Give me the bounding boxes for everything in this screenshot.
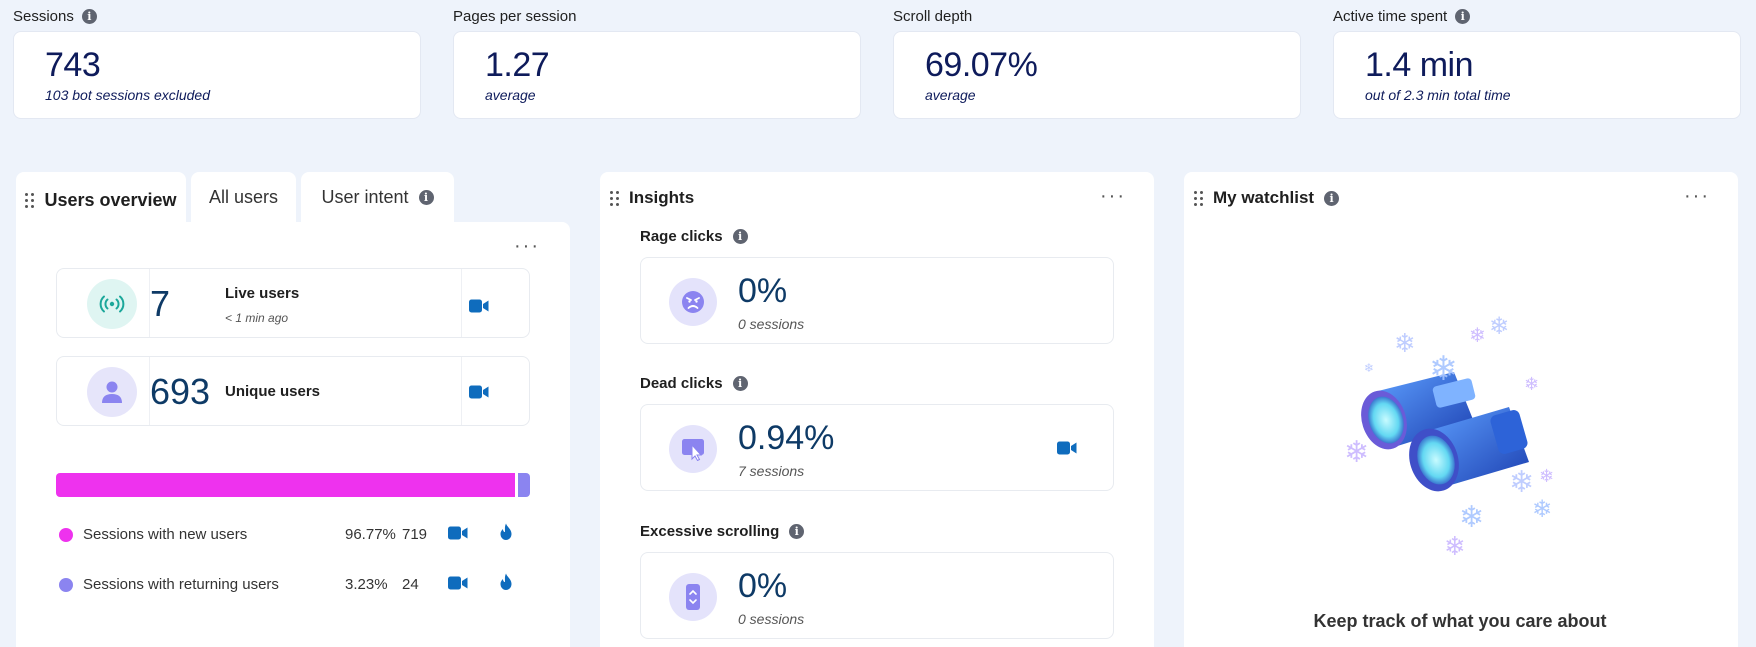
svg-text:❄: ❄ — [1469, 323, 1486, 347]
insight-card-rage-clicks[interactable]: 0% 0 sessions — [640, 257, 1114, 344]
legend-row-returning-users: Sessions with returning users 3.23% 24 — [56, 573, 530, 596]
metric-subtext: out of 2.3 min total time — [1365, 87, 1511, 103]
drag-handle-icon[interactable] — [25, 192, 35, 208]
insight-label-rage-clicks: Rage clicks i — [640, 228, 748, 245]
angry-face-icon — [669, 278, 717, 326]
video-camera-icon[interactable] — [469, 385, 489, 404]
metric-subtext: average — [485, 87, 536, 103]
insight-label-dead-clicks: Dead clicks i — [640, 375, 748, 392]
tab-all-users[interactable]: All users — [191, 172, 296, 222]
legend-dot — [59, 578, 73, 592]
live-users-count: 7 — [150, 283, 171, 324]
info-icon[interactable]: i — [1324, 190, 1340, 206]
metric-card[interactable]: 1.4 min out of 2.3 min total time — [1333, 31, 1741, 119]
bar-segment-returning-users[interactable] — [517, 473, 530, 497]
live-broadcast-icon — [87, 279, 137, 329]
svg-text:❄: ❄ — [1489, 312, 1509, 340]
scroll-icon — [669, 573, 717, 621]
watchlist-panel: My watchlist i ··· ❄ ❄ ❄ ❄ ❄ ❄ ❄ ❄ ❄ ❄ ❄… — [1184, 172, 1738, 647]
unique-users-count: 693 — [150, 371, 211, 412]
video-camera-icon[interactable] — [448, 576, 468, 594]
video-camera-icon[interactable] — [469, 299, 489, 318]
insight-card-excessive-scrolling[interactable]: 0% 0 sessions — [640, 552, 1114, 639]
insight-value: 0.94% — [738, 419, 835, 457]
live-users-time: < 1 min ago — [225, 311, 289, 325]
live-users-label: Live users — [225, 285, 300, 302]
user-avatar-icon — [87, 367, 137, 417]
more-options-icon[interactable]: ··· — [1100, 186, 1126, 206]
metric-card[interactable]: 743 103 bot sessions excluded — [13, 31, 421, 119]
svg-text:❄: ❄ — [1539, 466, 1554, 487]
metric-label: Active time spent i — [1333, 8, 1471, 25]
info-icon[interactable]: i — [81, 9, 97, 24]
tab-users-overview[interactable]: Users overview — [16, 172, 186, 228]
metric-card[interactable]: 1.27 average — [453, 31, 861, 119]
svg-text:❄: ❄ — [1444, 532, 1466, 562]
bar-segment-new-users[interactable] — [56, 473, 515, 497]
legend-row-new-users: Sessions with new users 96.77% 719 — [56, 523, 530, 546]
metric-value: 1.4 min — [1365, 46, 1474, 84]
heatmap-flame-icon[interactable] — [498, 523, 514, 545]
metric-subtext: average — [925, 87, 976, 103]
metric-subtext: 103 bot sessions excluded — [45, 87, 210, 103]
more-options-icon[interactable]: ··· — [514, 236, 540, 256]
svg-text:❄: ❄ — [1509, 465, 1534, 500]
insight-value: 0% — [738, 567, 788, 605]
info-icon[interactable]: i — [789, 524, 805, 539]
metric-card[interactable]: 69.07% average — [893, 31, 1301, 119]
more-options-icon[interactable]: ··· — [1684, 186, 1710, 206]
drag-handle-icon[interactable] — [1194, 190, 1203, 206]
insight-card-dead-clicks[interactable]: 0.94% 7 sessions — [640, 404, 1114, 491]
unique-users-card[interactable]: 693 Unique users — [56, 356, 530, 426]
svg-text:❄: ❄ — [1532, 495, 1552, 523]
insight-subtext: 0 sessions — [738, 611, 805, 627]
insight-value: 0% — [738, 272, 788, 310]
insight-subtext: 0 sessions — [738, 316, 805, 332]
binoculars-illustration-icon: ❄ ❄ ❄ ❄ ❄ ❄ ❄ ❄ ❄ ❄ ❄ ❄ — [1344, 312, 1554, 562]
svg-text:❄: ❄ — [1429, 349, 1458, 389]
metric-value: 1.27 — [485, 46, 550, 84]
metric-label: Sessions i — [13, 8, 97, 25]
info-icon[interactable]: i — [418, 189, 434, 205]
svg-text:❄: ❄ — [1344, 435, 1369, 470]
insight-label-excessive-scrolling: Excessive scrolling i — [640, 523, 805, 540]
dead-click-icon — [669, 425, 717, 473]
video-camera-icon[interactable] — [448, 526, 468, 544]
watchlist-empty-caption: Keep track of what you care about — [1313, 611, 1607, 631]
unique-users-label: Unique users — [225, 383, 321, 400]
live-users-card[interactable]: 7 Live users < 1 min ago — [56, 268, 530, 338]
metric-value: 743 — [45, 46, 101, 84]
metric-label: Pages per session — [453, 8, 577, 25]
svg-text:❄: ❄ — [1364, 361, 1374, 375]
svg-text:❄: ❄ — [1459, 500, 1484, 535]
sessions-split-bar[interactable] — [56, 473, 530, 497]
insight-subtext: 7 sessions — [738, 463, 805, 479]
info-icon[interactable]: i — [1455, 9, 1471, 24]
panel-title: My watchlist i — [1194, 188, 1340, 208]
metric-label: Scroll depth — [893, 8, 973, 25]
video-camera-icon[interactable] — [1057, 441, 1077, 460]
svg-text:❄: ❄ — [1394, 329, 1416, 359]
metric-value: 69.07% — [925, 46, 1038, 84]
legend-dot — [59, 528, 73, 542]
panel-title: Insights — [610, 188, 694, 208]
heatmap-flame-icon[interactable] — [498, 573, 514, 595]
info-icon[interactable]: i — [732, 229, 748, 244]
tab-user-intent[interactable]: User intent i — [301, 172, 454, 222]
svg-text:❄: ❄ — [1524, 374, 1539, 395]
info-icon[interactable]: i — [732, 376, 748, 391]
drag-handle-icon[interactable] — [610, 190, 619, 206]
